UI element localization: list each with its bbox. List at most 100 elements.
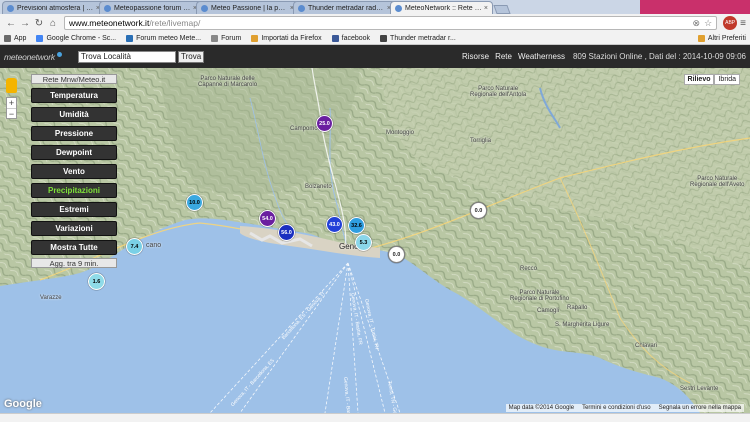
layer-button-temperatura[interactable]: Temperatura [31,88,117,103]
map-type-rilievo-button[interactable]: Rilievo [683,74,715,85]
map-label-recco: Recco [520,266,538,272]
bookmarks-bar: App Google Chrome - Sc... Forum meteo Me… [0,32,750,45]
bookmark-item[interactable]: App [4,34,26,42]
tab-favicon-icon [7,4,14,12]
layer-button-umidita[interactable]: Umidità [31,107,117,122]
google-logo[interactable]: Google [4,398,42,410]
layer-button-dewpoint[interactable]: Dewpoint [31,145,117,160]
google-icon [36,34,44,42]
browser-tab-strip: Previsioni atmosfera | Co... × Meteopassi… [0,0,750,14]
map-type-switcher: Rilievo Ibrida [683,74,740,85]
window-controls [640,0,750,14]
logo-dot-icon [57,52,62,57]
station-marker[interactable]: 32.6 [348,217,365,234]
tab-favicon-icon [395,4,402,12]
browser-tab[interactable]: Meteopassione forum • L... × [99,1,202,14]
map-data-credit: Map data ©2014 Google [508,405,575,411]
menu-icon[interactable]: ≡ [740,18,746,29]
new-tab-button[interactable] [493,5,511,14]
map-label-rapallo: Rapallo [567,305,588,311]
bookmark-item[interactable]: facebook [331,34,370,42]
layer-button-pressione[interactable]: Pressione [31,126,117,141]
location-search-input[interactable]: Trova Località [78,50,176,63]
map-label-chiavari: Chiavari [635,343,658,349]
folder-icon [697,34,705,42]
bookmark-item[interactable]: Forum [211,34,241,42]
browser-toolbar: ← → ↻ ⌂ www.meteonetwork.it/rete/livemap… [0,14,750,32]
back-arrow-icon[interactable]: ← [4,16,18,30]
header-nav: Risorse Rete Weatherness [456,52,565,61]
station-marker[interactable]: 0.0 [470,202,487,219]
page-icon [211,34,219,42]
map-label-torriglia: Torriglia [470,138,492,144]
station-marker[interactable]: 5.3 [355,234,372,251]
location-search-button[interactable]: Trova [178,50,205,63]
nav-link-rete[interactable]: Rete [495,52,512,61]
browser-status-bar [0,413,750,422]
site-header: meteonetwork Trova Località Trova Risors… [0,45,750,68]
url-path: /rete/livemap/ [149,18,201,28]
map-label-capanne: Parco Naturale delle Capanne di Marcarol… [198,76,258,88]
site-logo[interactable]: meteonetwork [0,52,78,62]
nav-link-weatherness[interactable]: Weatherness [518,52,565,61]
map-label-antola: Parco Naturale Regionale dell'Antola [470,86,527,98]
layer-button-precipitazioni[interactable]: Precipitazioni [31,183,117,198]
report-error-link[interactable]: Segnala un errore nella mappa [659,405,741,411]
nav-link-risorse[interactable]: Risorse [462,52,489,61]
facebook-icon [331,34,339,42]
address-bar[interactable]: www.meteonetwork.it/rete/livemap/ ⊗ ☆ [64,16,718,30]
station-marker[interactable]: 0.0 [388,246,405,263]
station-marker[interactable]: 10.0 [186,194,203,211]
street-view-pegman-icon[interactable] [6,78,17,93]
map-label-montoggio: Montoggio [386,130,415,136]
zoom-out-button[interactable]: − [7,108,16,119]
adblock-icon[interactable]: ABP [723,16,738,30]
reload-icon[interactable]: ↻ [32,16,46,30]
stop-icon[interactable]: ⊗ [693,18,701,29]
station-marker[interactable]: 25.0 [316,115,333,132]
close-tab-icon[interactable]: × [484,5,488,12]
map-label-portofino: Parco Naturale Regionale di Portofino [510,290,570,302]
map-label-varazze: Varazze [40,295,62,301]
station-marker[interactable]: 7.4 [126,238,143,255]
layer-button-variazioni[interactable]: Variazioni [31,221,117,236]
bookmark-item[interactable]: Google Chrome - Sc... [36,34,116,42]
bookmark-item[interactable]: Thunder metradar r... [380,34,456,42]
apps-icon [4,34,11,42]
terms-link[interactable]: Termini e condizioni d'uso [582,405,651,411]
map-label-bolzaneto: Bolzaneto [305,184,332,190]
tab-favicon-icon [104,4,111,12]
url-host: www.meteonetwork.it [69,18,150,28]
layer-button-mostra-tutte[interactable]: Mostra Tutte [31,240,117,255]
browser-tab-active[interactable]: MeteoNetwork :: Rete Sta...× [390,1,493,14]
station-status: 809 Stazioni Online , Dati del : 2014-10… [572,52,746,61]
bookmark-item[interactable]: Importati da Firefox [251,34,322,42]
zoom-in-button[interactable]: + [7,98,16,108]
map-label-aveto: Parco Naturale Regionale dell'Aveto [690,176,745,188]
station-marker[interactable]: 54.0 [259,210,276,227]
forward-arrow-icon[interactable]: → [18,16,32,30]
panel-title: Rete Mnw/Meteo.it [31,74,117,84]
bookmark-item[interactable]: Forum meteo Mete... [126,34,201,42]
home-icon[interactable]: ⌂ [46,16,60,30]
meteo-icon [126,34,134,42]
map-attribution: Map data ©2014 Google Termini e condizio… [505,404,744,412]
station-marker[interactable]: 56.0 [278,224,295,241]
map-label-santa-margherita: S. Margherita Ligure [555,322,610,328]
map-type-ibrida-button[interactable]: Ibrida [714,74,740,85]
tab-favicon-icon [201,4,208,12]
bookmark-star-icon[interactable]: ☆ [704,18,712,29]
other-bookmarks[interactable]: Altri Preferiti [697,34,746,42]
station-marker[interactable]: 1.6 [88,273,105,290]
zoom-control: + − [6,97,17,119]
page-icon [380,34,388,42]
folder-icon [251,34,259,42]
station-marker[interactable]: 43.0 [326,216,343,233]
layer-button-estremi[interactable]: Estremi [31,202,117,217]
browser-tab[interactable]: Previsioni atmosfera | Co... × [2,1,105,14]
map-label-arenzano: cano [146,242,162,249]
browser-tab[interactable]: Thunder metradar radar... × [293,1,396,14]
tab-favicon-icon [298,4,305,12]
browser-tab[interactable]: Meteo Passione | la passio...× [196,1,299,14]
layer-button-vento[interactable]: Vento [31,164,117,179]
